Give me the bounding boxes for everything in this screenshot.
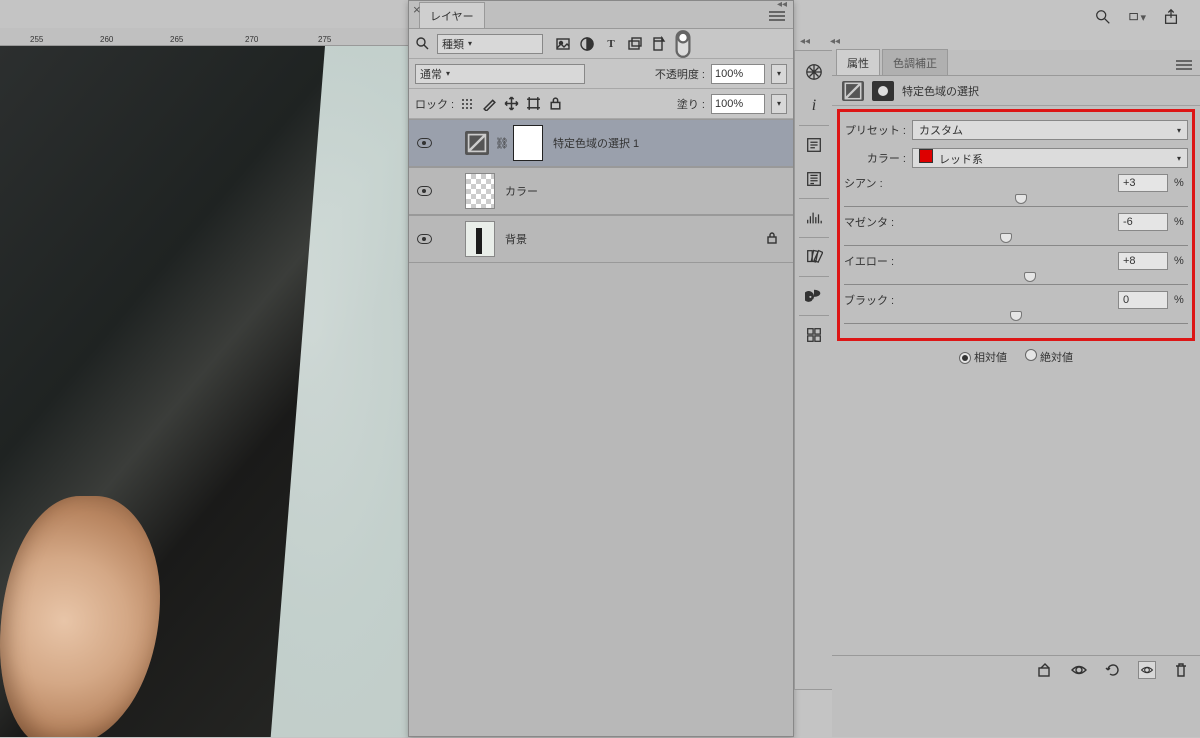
- screen-mode-icon[interactable]: ▾: [1128, 8, 1146, 26]
- preset-dropdown[interactable]: カスタム▾: [912, 120, 1188, 140]
- color-swatch-red: [919, 149, 933, 163]
- cyan-label: シアン :: [844, 175, 924, 191]
- cyan-value[interactable]: +3: [1118, 174, 1168, 192]
- lock-all-icon[interactable]: [548, 96, 563, 111]
- selective-color-icon: [842, 81, 864, 101]
- fill-stepper[interactable]: ▾: [771, 94, 787, 114]
- magenta-value[interactable]: -6: [1118, 213, 1168, 231]
- panel-collapse-icon[interactable]: ◂◂: [830, 36, 840, 47]
- black-value[interactable]: 0: [1118, 291, 1168, 309]
- adjustment-title: 特定色域の選択: [902, 83, 979, 99]
- panel-menu-icon[interactable]: [769, 9, 787, 23]
- lock-pixels-icon[interactable]: [482, 96, 497, 111]
- color-dropdown[interactable]: レッド系▾: [912, 148, 1188, 168]
- layer-row[interactable]: 背景: [409, 215, 793, 263]
- tab-layers[interactable]: レイヤー: [419, 2, 485, 28]
- method-absolute-radio[interactable]: 絶対値: [1025, 349, 1073, 365]
- toggle-visibility-icon[interactable]: [1138, 661, 1156, 679]
- search-icon[interactable]: [1094, 8, 1112, 26]
- layer-visibility-toggle[interactable]: [413, 138, 435, 148]
- panel-collapse-icon[interactable]: ◂◂: [800, 36, 810, 47]
- yellow-label: イエロー :: [844, 253, 924, 269]
- filter-type-icon[interactable]: T: [603, 36, 619, 52]
- filter-toggle-icon[interactable]: [675, 36, 691, 52]
- filter-shape-icon[interactable]: [627, 36, 643, 52]
- view-previous-icon[interactable]: [1070, 661, 1088, 679]
- lock-artboard-icon[interactable]: [526, 96, 541, 111]
- filter-adjustment-icon[interactable]: [579, 36, 595, 52]
- properties-panel: ◂◂ 属性 色調補正 特定色域の選択 プリセット : カスタム▾ カラー : レ…: [832, 50, 1200, 737]
- tab-adjustments[interactable]: 色調補正: [882, 49, 948, 75]
- fill-field[interactable]: 100%: [711, 94, 765, 114]
- share-icon[interactable]: [1162, 8, 1180, 26]
- lock-position-icon[interactable]: [504, 96, 519, 111]
- histogram-icon[interactable]: [796, 201, 832, 235]
- layer-name[interactable]: 特定色域の選択 1: [553, 135, 639, 151]
- color-label: カラー :: [844, 150, 906, 166]
- layer-visibility-toggle[interactable]: [413, 234, 435, 244]
- document-canvas[interactable]: [0, 46, 408, 737]
- paragraph-styles-icon[interactable]: [796, 128, 832, 162]
- layer-filter-row: 種類▾ T: [409, 29, 793, 59]
- tab-properties[interactable]: 属性: [836, 49, 880, 75]
- blend-mode-dropdown[interactable]: 通常▾: [415, 64, 585, 84]
- layer-name[interactable]: カラー: [505, 183, 538, 199]
- method-relative-radio[interactable]: 相対値: [959, 349, 1007, 365]
- layer-lock-row: ロック : 塗り : 100% ▾: [409, 89, 793, 119]
- delete-icon[interactable]: [1172, 661, 1190, 679]
- filter-kind-dropdown[interactable]: 種類▾: [437, 34, 543, 54]
- panel-menu-icon[interactable]: [1176, 58, 1194, 72]
- lock-label: ロック :: [415, 96, 454, 112]
- magenta-label: マゼンタ :: [844, 214, 924, 230]
- clip-to-layer-icon[interactable]: [1036, 661, 1054, 679]
- cyan-slider[interactable]: [844, 193, 1188, 207]
- layer-row[interactable]: ⛓ 特定色域の選択 1: [409, 119, 793, 167]
- layer-thumb[interactable]: [465, 221, 495, 257]
- preset-label: プリセット :: [844, 122, 906, 138]
- info-icon[interactable]: i: [796, 89, 832, 123]
- lock-icon[interactable]: [765, 231, 779, 248]
- opacity-field[interactable]: 100%: [711, 64, 765, 84]
- opacity-label: 不透明度 :: [655, 66, 705, 82]
- layer-name[interactable]: 背景: [505, 231, 527, 247]
- layer-thumb[interactable]: [465, 173, 495, 209]
- layer-mask-thumb[interactable]: [513, 125, 543, 161]
- close-icon[interactable]: ×: [413, 5, 425, 17]
- magenta-slider[interactable]: [844, 232, 1188, 246]
- color-icon[interactable]: [796, 279, 832, 313]
- lock-transparent-icon[interactable]: [460, 96, 475, 111]
- black-label: ブラック :: [844, 292, 924, 308]
- layer-blend-row: 通常▾ 不透明度 : 100% ▾: [409, 59, 793, 89]
- swatches-icon[interactable]: [796, 240, 832, 274]
- ruler-horizontal: 255 260 265 270 275: [0, 28, 408, 46]
- filter-pixel-icon[interactable]: [555, 36, 571, 52]
- canvas-area[interactable]: 255 260 265 270 275: [0, 28, 408, 737]
- layer-row[interactable]: カラー: [409, 167, 793, 215]
- layer-visibility-toggle[interactable]: [413, 186, 435, 196]
- link-icon[interactable]: ⛓: [495, 137, 507, 150]
- opacity-stepper[interactable]: ▾: [771, 64, 787, 84]
- character-styles-icon[interactable]: [796, 162, 832, 196]
- libraries-icon[interactable]: [796, 318, 832, 352]
- yellow-slider[interactable]: [844, 271, 1188, 285]
- reset-icon[interactable]: [1104, 661, 1122, 679]
- highlighted-controls: プリセット : カスタム▾ カラー : レッド系▾ シアン : +3 % マゼン…: [837, 109, 1195, 341]
- black-slider[interactable]: [844, 310, 1188, 324]
- panel-dock: i: [794, 50, 834, 690]
- layers-panel: × ◂◂ レイヤー 種類▾ T 通常▾ 不透明度 : 100% ▾ ロック :: [408, 0, 794, 737]
- filter-smart-icon[interactable]: [651, 36, 667, 52]
- yellow-value[interactable]: +8: [1118, 252, 1168, 270]
- adjustment-layer-icon: [465, 131, 489, 155]
- filter-search-icon[interactable]: [415, 36, 431, 52]
- mask-icon[interactable]: [872, 81, 894, 101]
- navigator-icon[interactable]: [796, 55, 832, 89]
- fill-label: 塗り :: [677, 96, 705, 112]
